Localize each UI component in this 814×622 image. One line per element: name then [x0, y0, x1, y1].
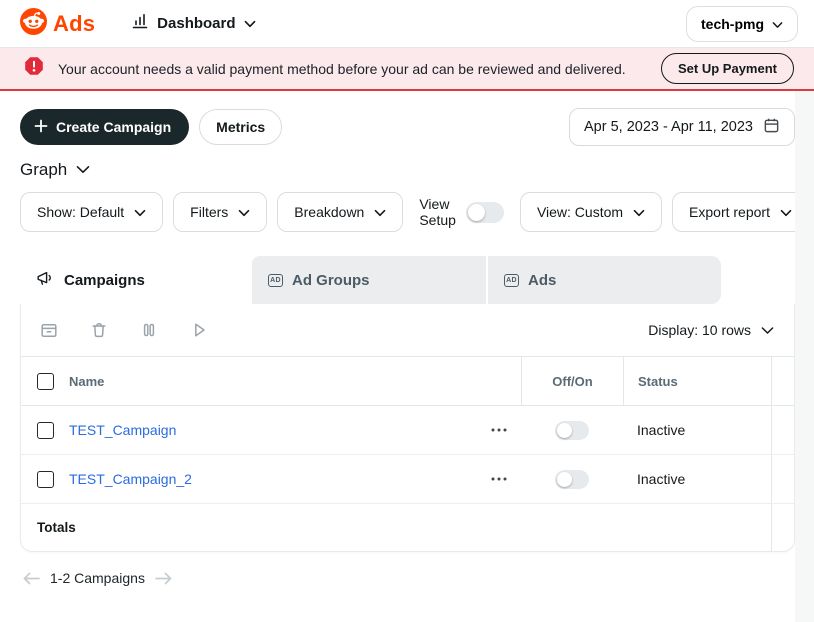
view-setup-label: View Setup: [419, 196, 456, 228]
chevron-down-icon: [238, 204, 250, 220]
chevron-down-icon: [244, 15, 256, 33]
campaign-status: Inactive: [623, 455, 771, 503]
row-extra-cell: [771, 455, 794, 503]
inactive-tabs-group: AD Ad Groups AD Ads: [252, 256, 721, 304]
column-header-status: Status: [623, 357, 771, 405]
campaign-status: Inactive: [623, 406, 771, 454]
row-checkbox[interactable]: [37, 422, 54, 439]
chevron-down-icon: [633, 204, 645, 220]
totals-extra-cell: [771, 504, 794, 551]
chevron-down-icon: [772, 16, 783, 32]
tab-campaigns-label: Campaigns: [64, 272, 145, 289]
chevron-down-icon: [761, 322, 774, 338]
table-row: TEST_Campaign Inactive: [21, 406, 794, 455]
trash-icon[interactable]: [89, 320, 109, 340]
select-all-checkbox[interactable]: [37, 373, 54, 390]
account-name: tech-pmg: [701, 16, 764, 32]
play-icon[interactable]: [189, 320, 209, 340]
dashboard-nav-dropdown[interactable]: Dashboard: [131, 12, 255, 35]
page-gutter: [795, 91, 814, 622]
tab-ads-label: Ads: [528, 272, 556, 289]
table-toolbar: Display: 10 rows: [21, 304, 794, 356]
show-columns-label: Show: Default: [37, 204, 124, 220]
metrics-button[interactable]: Metrics: [199, 109, 282, 145]
previous-page-icon[interactable]: [22, 572, 41, 585]
set-up-payment-button[interactable]: Set Up Payment: [661, 53, 794, 84]
main-content: Create Campaign Metrics Apr 5, 2023 - Ap…: [20, 108, 795, 591]
plus-icon: [34, 119, 48, 136]
reddit-snoo-icon: [20, 8, 47, 40]
row-menu-icon[interactable]: [491, 428, 507, 432]
campaign-name-link[interactable]: TEST_Campaign: [69, 422, 176, 438]
display-rows-dropdown[interactable]: Display: 10 rows: [648, 322, 774, 338]
top-bar: Ads Dashboard tech-pmg: [0, 0, 814, 48]
create-campaign-button[interactable]: Create Campaign: [20, 109, 189, 145]
ad-badge-icon: AD: [268, 274, 283, 287]
export-report-label: Export report: [689, 204, 770, 220]
view-setup-control: View Setup: [419, 196, 504, 228]
chevron-down-icon: [76, 161, 90, 179]
pause-icon[interactable]: [139, 320, 159, 340]
row-checkbox[interactable]: [37, 471, 54, 488]
toggle-knob: [468, 204, 485, 221]
date-range-picker[interactable]: Apr 5, 2023 - Apr 11, 2023: [569, 108, 795, 146]
totals-label: Totals: [21, 520, 771, 535]
actions-row: Create Campaign Metrics Apr 5, 2023 - Ap…: [20, 108, 795, 146]
campaign-onoff-toggle[interactable]: [555, 470, 589, 489]
tab-ad-groups[interactable]: AD Ad Groups: [252, 256, 488, 304]
dashboard-nav-label: Dashboard: [157, 15, 235, 32]
filters-dropdown[interactable]: Filters: [173, 192, 267, 232]
account-switcher-button[interactable]: tech-pmg: [686, 6, 798, 42]
filters-label: Filters: [190, 204, 228, 220]
column-header-name: Name: [69, 374, 521, 389]
breakdown-label: Breakdown: [294, 204, 364, 220]
entity-tabs: Campaigns AD Ad Groups AD Ads: [20, 256, 795, 304]
alert-message: Your account needs a valid payment metho…: [58, 61, 626, 77]
graph-title: Graph: [20, 160, 67, 180]
column-header-offon: Off/On: [521, 357, 623, 405]
date-range-label: Apr 5, 2023 - Apr 11, 2023: [584, 119, 753, 135]
filters-row: Show: Default Filters Breakdown View Set…: [20, 192, 795, 232]
megaphone-icon: [36, 270, 55, 291]
pagination-label: 1-2 Campaigns: [50, 570, 145, 586]
tab-campaigns[interactable]: Campaigns: [20, 256, 252, 304]
campaign-onoff-toggle[interactable]: [555, 421, 589, 440]
export-report-dropdown[interactable]: Export report: [672, 192, 809, 232]
bar-chart-icon: [131, 12, 149, 35]
pagination: 1-2 Campaigns: [20, 565, 795, 591]
campaigns-table-card: Display: 10 rows Name Off/On Status TEST…: [20, 304, 795, 552]
calendar-icon: [763, 117, 780, 138]
graph-section-toggle[interactable]: Graph: [20, 156, 795, 184]
ad-badge-icon: AD: [504, 274, 519, 287]
row-menu-icon[interactable]: [491, 477, 507, 481]
view-label: View: Custom: [537, 204, 623, 220]
archive-icon[interactable]: [39, 320, 59, 340]
alert-octagon-icon: [24, 56, 44, 81]
view-setup-toggle[interactable]: [466, 202, 504, 223]
chevron-down-icon: [374, 204, 386, 220]
view-dropdown[interactable]: View: Custom: [520, 192, 662, 232]
create-campaign-label: Create Campaign: [56, 119, 171, 135]
chevron-down-icon: [134, 204, 146, 220]
table-header-row: Name Off/On Status: [21, 356, 794, 406]
display-rows-label: Display: 10 rows: [648, 322, 751, 338]
tab-ads[interactable]: AD Ads: [488, 256, 721, 304]
reddit-ads-logo[interactable]: Ads: [20, 8, 95, 40]
next-page-icon[interactable]: [154, 572, 173, 585]
show-columns-dropdown[interactable]: Show: Default: [20, 192, 163, 232]
chevron-down-icon: [780, 204, 792, 220]
breakdown-dropdown[interactable]: Breakdown: [277, 192, 403, 232]
column-header-extra: [771, 357, 794, 405]
reddit-ads-dashboard: Ads Dashboard tech-pmg: [0, 0, 814, 622]
tab-ad-groups-label: Ad Groups: [292, 272, 370, 289]
totals-row: Totals: [21, 504, 794, 551]
payment-alert-banner: Your account needs a valid payment metho…: [0, 48, 814, 91]
row-extra-cell: [771, 406, 794, 454]
campaign-name-link[interactable]: TEST_Campaign_2: [69, 471, 192, 487]
toggle-knob: [557, 472, 572, 487]
toggle-knob: [557, 423, 572, 438]
brand-wordmark: Ads: [53, 11, 95, 37]
table-row: TEST_Campaign_2 Inactive: [21, 455, 794, 504]
